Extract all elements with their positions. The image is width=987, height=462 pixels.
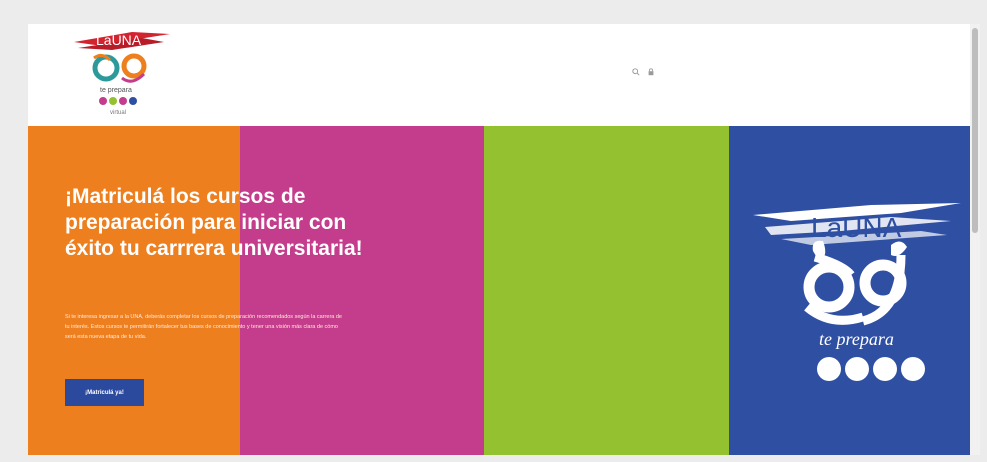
scrollbar-thumb[interactable] xyxy=(972,28,978,233)
launa-logo[interactable]: LaUNA te prepara virtual xyxy=(72,28,172,122)
hero-logo-wordmark: LaUNA xyxy=(811,212,902,243)
hero-banner: ¡Matriculá los cursos de preparación par… xyxy=(28,126,970,455)
hero-panel-green xyxy=(484,126,729,455)
page-scrollbar[interactable] xyxy=(970,24,980,455)
browser-viewport: LaUNA te prepara virtual ¡Matriculá los … xyxy=(28,24,970,455)
launa-hero-logo: LaUNA te prepara xyxy=(753,203,961,381)
logo-sub: virtual xyxy=(110,110,126,116)
hero-logo-tagline: te prepara xyxy=(819,329,894,349)
logo-tagline: te prepara xyxy=(100,87,132,94)
logo-wordmark: LaUNA xyxy=(96,32,142,48)
hero-description: Si te interesa ingresar a la UNA, deberá… xyxy=(65,314,342,340)
header-icons xyxy=(632,68,655,76)
hero-panel-magenta xyxy=(240,126,484,455)
hero-title: ¡Matriculá los cursos de preparación par… xyxy=(65,185,363,260)
enroll-button[interactable]: ¡Matriculá ya! xyxy=(65,379,144,406)
site-header: LaUNA te prepara virtual xyxy=(28,24,970,126)
lock-icon[interactable] xyxy=(647,68,655,76)
search-icon[interactable] xyxy=(632,68,640,76)
